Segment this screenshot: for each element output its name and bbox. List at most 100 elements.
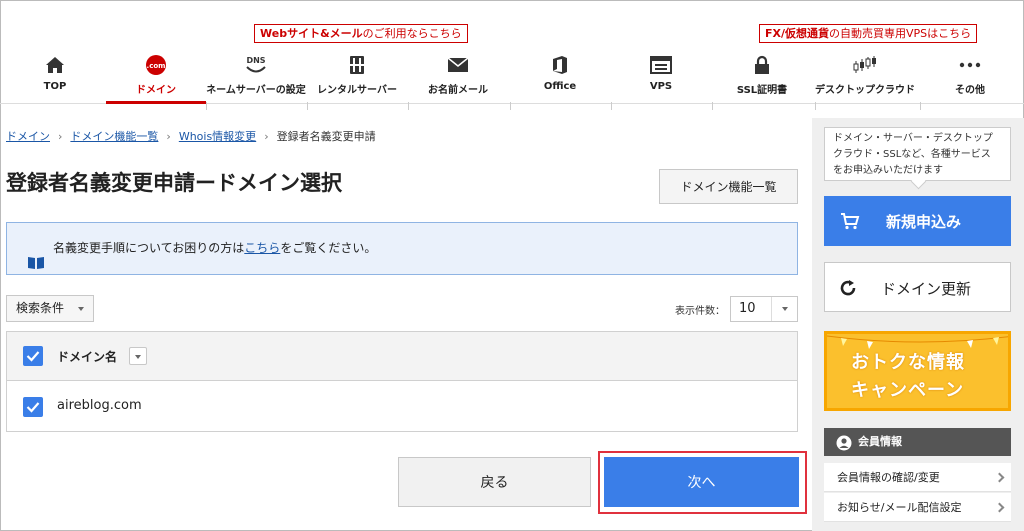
nav-label: VPS xyxy=(649,81,673,92)
info-text-after: をご覧ください。 xyxy=(280,241,377,255)
web-mail-promo-link[interactable]: Webサイト&メールのご利用ならこちら xyxy=(254,24,468,43)
cart-icon xyxy=(840,212,860,234)
user-icon xyxy=(836,434,852,462)
nav-divider xyxy=(408,102,409,110)
promo-web-bold: Webサイト&メール xyxy=(260,27,363,40)
sort-dropdown-button[interactable] xyxy=(129,347,147,365)
service-info-bubble: ドメイン・サーバー・デスクトップ クラウド・SSLなど、各種サービス をお申込み… xyxy=(824,127,1011,181)
member-info-title: 会員情報 xyxy=(858,435,902,448)
breadcrumb-current: 登録者名義変更申請 xyxy=(276,130,376,143)
domain-table: ドメイン名 aireblog.com xyxy=(6,331,798,432)
breadcrumb-link-domain[interactable]: ドメイン xyxy=(6,130,50,143)
nav-item-nameserver[interactable]: DNS ネームサーバーの設定 xyxy=(206,54,306,102)
table-header: ドメイン名 xyxy=(7,332,797,381)
campaign-line-1: おトクな情報 xyxy=(851,352,965,373)
domain-functions-button[interactable]: ドメイン機能一覧 xyxy=(659,169,798,204)
page-title: 登録者名義変更申請ードメイン選択 xyxy=(6,171,342,195)
nav-item-other[interactable]: その他 xyxy=(920,54,1020,102)
member-link-label: お知らせ/メール配信設定 xyxy=(837,501,962,514)
info-text-before: 名義変更手順についてお困りの方は xyxy=(53,241,245,255)
caret-down-icon xyxy=(782,307,788,311)
nav-divider xyxy=(815,102,816,110)
new-order-label: 新規申込み xyxy=(886,213,962,231)
nav-item-top[interactable]: TOP xyxy=(5,54,105,102)
nav-item-office[interactable]: Office xyxy=(510,54,610,102)
campaign-line-2: キャンペーン xyxy=(851,380,965,401)
breadcrumb-separator-icon: › xyxy=(166,130,171,143)
office-icon xyxy=(510,54,610,76)
promo-web-rest: のご利用ならこちら xyxy=(362,27,462,40)
nav-divider xyxy=(510,102,511,110)
nav-item-ssl[interactable]: SSL証明書 xyxy=(712,54,812,102)
nav-divider xyxy=(611,102,612,110)
member-info-edit-link[interactable]: 会員情報の確認/変更 xyxy=(824,463,1011,492)
bubble-line: クラウド・SSLなど、各種サービス xyxy=(833,149,991,160)
campaign-banner[interactable]: おトクな情報 キャンペーン xyxy=(824,331,1011,411)
search-conditions-dropdown[interactable]: 検索条件 xyxy=(6,295,94,322)
nav-label: SSL証明書 xyxy=(736,85,788,96)
nav-item-mail[interactable]: お名前メール xyxy=(408,54,508,102)
nav-divider xyxy=(712,102,713,110)
dns-icon: DNS xyxy=(206,54,306,76)
more-icon xyxy=(920,54,1020,76)
info-banner: 名義変更手順についてお困りの方はこちらをご覧ください。 xyxy=(6,222,798,275)
bubble-line: をお申込みいただけます xyxy=(833,165,943,176)
breadcrumb-separator-icon: › xyxy=(264,130,269,143)
nav-label: お名前メール xyxy=(428,85,488,96)
breadcrumb: ドメイン › ドメイン機能一覧 › Whois情報変更 › 登録者名義変更申請 xyxy=(6,128,376,144)
nav-item-domain[interactable]: .com ドメイン xyxy=(106,54,206,104)
vps-icon xyxy=(611,54,711,76)
select-all-checkbox[interactable] xyxy=(23,346,43,366)
refresh-icon xyxy=(839,279,857,301)
nav-item-rental-server[interactable]: レンタルサーバー xyxy=(307,54,407,102)
caret-down-icon xyxy=(78,307,84,311)
display-count-value: 10 xyxy=(739,301,756,316)
breadcrumb-separator-icon: › xyxy=(58,130,63,143)
nav-divider xyxy=(307,102,308,110)
nav-label: その他 xyxy=(955,85,985,96)
domain-name-column-header: ドメイン名 xyxy=(57,350,118,364)
select-divider xyxy=(771,297,772,321)
book-icon xyxy=(27,241,45,292)
nav-item-vps[interactable]: VPS xyxy=(611,54,711,102)
info-help-link[interactable]: こちら xyxy=(244,241,280,255)
chevron-right-icon xyxy=(994,502,1005,513)
domain-cell: aireblog.com xyxy=(57,398,142,413)
chevron-right-icon xyxy=(994,472,1005,483)
home-icon xyxy=(5,54,105,76)
nav-item-desktop-cloud[interactable]: デスクトップクラウド xyxy=(815,54,915,102)
new-order-button[interactable]: 新規申込み xyxy=(824,196,1011,246)
next-button[interactable]: 次へ xyxy=(604,457,799,507)
nav-divider xyxy=(920,102,921,110)
svg-text:.com: .com xyxy=(147,62,166,70)
bubble-line: ドメイン・サーバー・デスクトップ xyxy=(833,133,993,144)
server-icon xyxy=(307,54,407,76)
nav-label: TOP xyxy=(43,81,67,92)
search-conditions-label: 検索条件 xyxy=(16,301,65,315)
table-row: aireblog.com xyxy=(7,382,797,431)
nav-divider xyxy=(206,102,207,110)
member-info-header: 会員情報 xyxy=(824,428,1011,456)
row-checkbox[interactable] xyxy=(23,397,43,417)
nav-label: レンタルサーバー xyxy=(317,85,397,96)
mail-icon xyxy=(408,54,508,76)
domain-renew-button[interactable]: ドメイン更新 xyxy=(824,262,1011,312)
checkmark-icon xyxy=(26,351,40,362)
candlestick-icon xyxy=(815,54,915,76)
breadcrumb-link-domain-functions[interactable]: ドメイン機能一覧 xyxy=(70,130,158,143)
promo-fx-rest: の自動売買専用VPSはこちら xyxy=(829,27,972,40)
member-link-label: 会員情報の確認/変更 xyxy=(837,471,940,484)
fx-vps-promo-link[interactable]: FX/仮想通貨の自動売買専用VPSはこちら xyxy=(759,24,978,43)
domain-renew-label: ドメイン更新 xyxy=(881,280,972,298)
dotcom-icon: .com xyxy=(106,54,206,76)
notification-settings-link[interactable]: お知らせ/メール配信設定 xyxy=(824,493,1011,522)
nav-label: デスクトップクラウド xyxy=(815,85,915,96)
back-button[interactable]: 戻る xyxy=(398,457,591,507)
nav-label: Office xyxy=(543,81,577,92)
display-count-select[interactable]: 10 xyxy=(730,296,798,322)
svg-text:DNS: DNS xyxy=(246,56,265,65)
display-count-label: 表示件数： xyxy=(675,306,725,317)
breadcrumb-link-whois[interactable]: Whois情報変更 xyxy=(179,130,256,143)
nav-label: ドメイン xyxy=(136,85,176,96)
promo-fx-bold: FX/仮想通貨 xyxy=(765,27,830,40)
